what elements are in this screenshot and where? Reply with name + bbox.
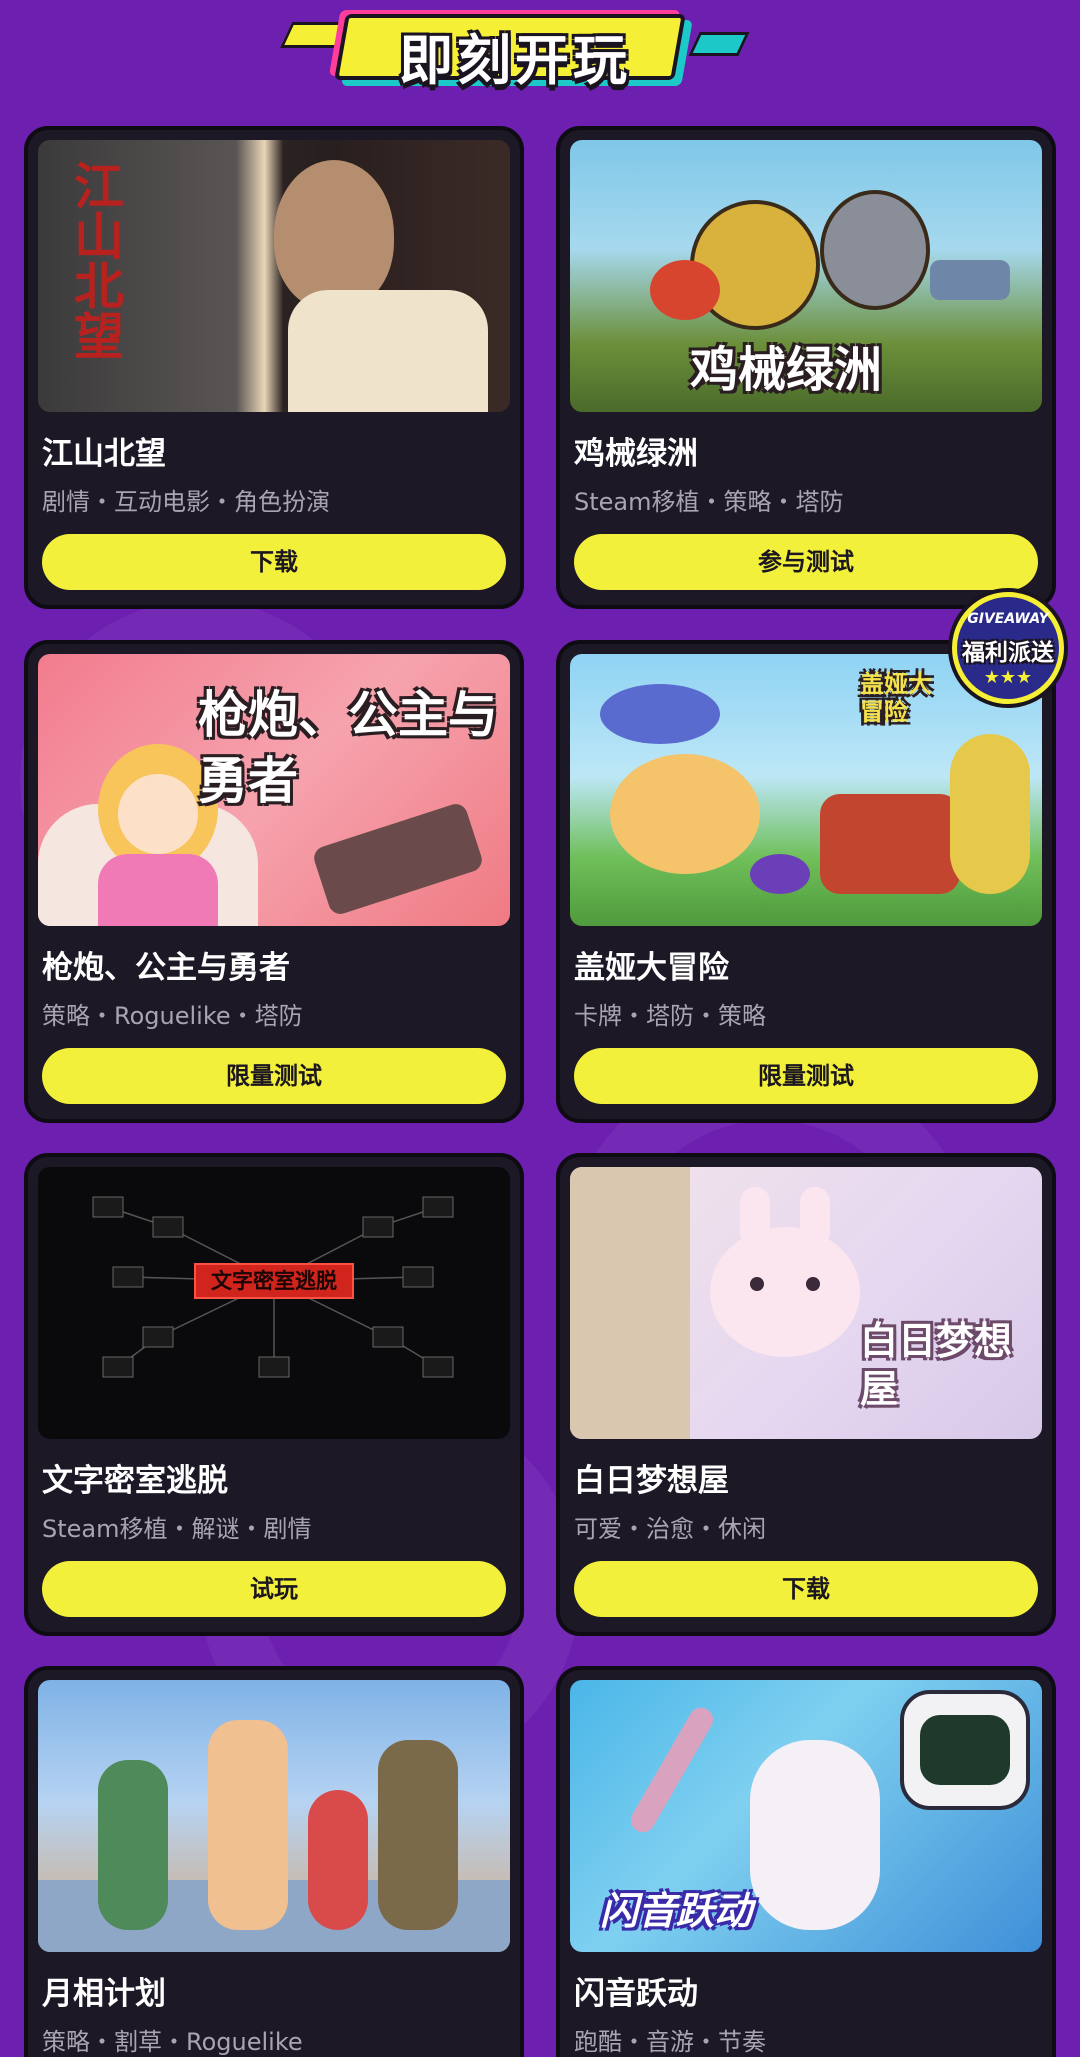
limited-test-button[interactable]: 限量测试 (42, 1048, 506, 1104)
game-cover-image[interactable] (38, 1680, 510, 1952)
game-tags: Steam移植・解谜・剧情 (42, 1515, 312, 1543)
giveaway-title: 福利派送 (962, 640, 1054, 666)
download-button[interactable]: 下载 (574, 1561, 1038, 1617)
game-card[interactable]: 月相计划 策略・割草・Roguelike (24, 1666, 524, 2057)
game-cover-image[interactable]: 文字密室逃脱 (38, 1167, 510, 1439)
game-logo: 闪音跃动 (600, 1889, 753, 1933)
game-title: 盖娅大冒险 (574, 950, 729, 986)
game-cover-image[interactable]: 盖娅大冒险 (570, 654, 1042, 926)
game-tags: 可爱・治愈・休闲 (574, 1515, 766, 1543)
game-card[interactable]: 枪炮、公主与勇者 枪炮、公主与勇者 策略・Roguelike・塔防 限量测试 (24, 640, 524, 1123)
limited-test-button[interactable]: 限量测试 (574, 1048, 1038, 1104)
game-card[interactable]: 江山北望 江山北望 剧情・互动电影・角色扮演 下载 (24, 126, 524, 609)
game-title: 白日梦想屋 (574, 1463, 729, 1499)
game-logo: 文字密室逃脱 (194, 1263, 354, 1299)
game-title: 鸡械绿洲 (574, 436, 698, 472)
game-card[interactable]: 白日梦想屋 白日梦想屋 可爱・治愈・休闲 下载 (556, 1153, 1056, 1636)
game-cover-image[interactable]: 白日梦想屋 (570, 1167, 1042, 1439)
game-cover-image[interactable]: 闪音跃动 (570, 1680, 1042, 1952)
join-test-button[interactable]: 参与测试 (574, 534, 1038, 590)
game-tags: 剧情・互动电影・角色扮演 (42, 488, 330, 516)
game-card[interactable]: 闪音跃动 闪音跃动 跑酷・音游・节奏 (556, 1666, 1056, 2057)
mindmap-graphic (92, 1196, 454, 1378)
game-card[interactable]: 鸡械绿洲 鸡械绿洲 Steam移植・策略・塔防 参与测试 (556, 126, 1056, 609)
game-logo: 鸡械绿洲 (690, 342, 883, 398)
download-button[interactable]: 下载 (42, 534, 506, 590)
game-logo: 江山北望 (66, 160, 124, 360)
try-play-button[interactable]: 试玩 (42, 1561, 506, 1617)
game-title: 月相计划 (42, 1976, 166, 2012)
game-tags: Steam移植・策略・塔防 (574, 488, 844, 516)
game-title: 闪音跃动 (574, 1976, 698, 2012)
game-card[interactable]: 盖娅大冒险 盖娅大冒险 卡牌・塔防・策略 限量测试 (556, 640, 1056, 1123)
game-tags: 策略・割草・Roguelike (42, 2028, 303, 2056)
game-title: 文字密室逃脱 (42, 1463, 228, 1499)
game-card[interactable]: 文字密室逃脱 文字密室逃脱 Steam移植・解谜・剧情 试玩 (24, 1153, 524, 1636)
game-logo: 白日梦想屋 (860, 1319, 1013, 1411)
game-cover-image[interactable]: 江山北望 (38, 140, 510, 412)
star-icon: ★★★ (983, 667, 1033, 688)
game-logo: 盖娅大冒险 (860, 670, 932, 726)
giveaway-label: GIVEAWAY (967, 611, 1049, 627)
game-tags: 卡牌・塔防・策略 (574, 1002, 766, 1030)
game-title: 江山北望 (42, 436, 166, 472)
giveaway-badge[interactable]: GIVEAWAY 福利派送 ★★★ (952, 592, 1064, 704)
section-title: 即刻开玩 (399, 29, 631, 92)
game-cover-image[interactable]: 鸡械绿洲 (570, 140, 1042, 412)
game-tags: 跑酷・音游・节奏 (574, 2028, 766, 2056)
game-cover-image[interactable]: 枪炮、公主与勇者 (38, 654, 510, 926)
section-banner: 即刻开玩 (279, 8, 750, 92)
game-tags: 策略・Roguelike・塔防 (42, 1002, 303, 1030)
game-title: 枪炮、公主与勇者 (42, 950, 290, 986)
game-logo: 枪炮、公主与勇者 (198, 686, 498, 810)
